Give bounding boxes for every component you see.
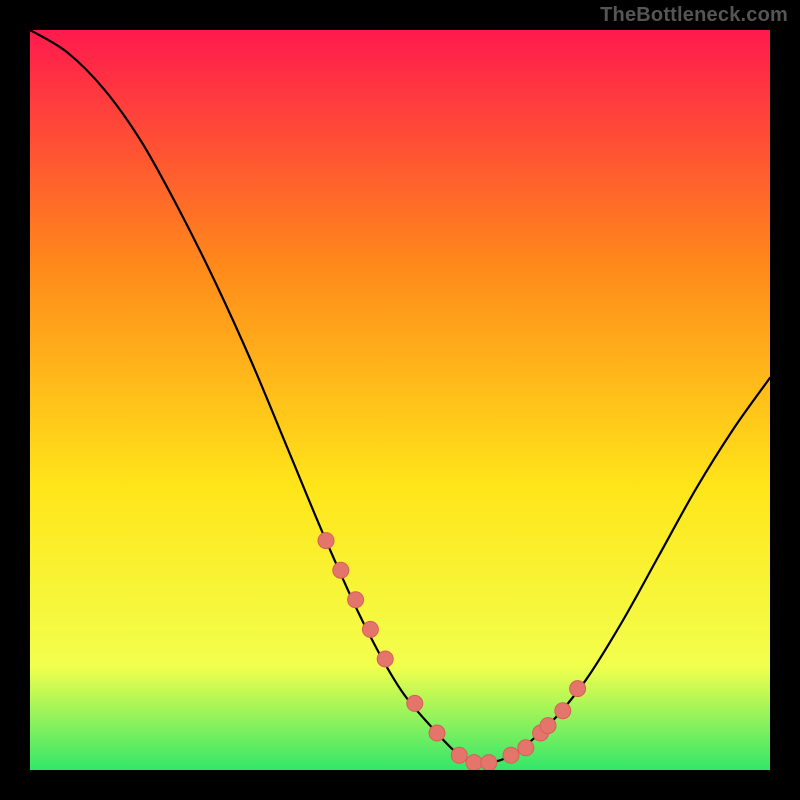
- data-marker: [333, 562, 349, 578]
- data-marker: [451, 747, 467, 763]
- chart-svg: [30, 30, 770, 770]
- data-marker: [429, 725, 445, 741]
- data-marker: [377, 651, 393, 667]
- data-marker: [407, 695, 423, 711]
- plot-area: [30, 30, 770, 770]
- data-marker: [348, 592, 364, 608]
- data-marker: [318, 533, 334, 549]
- watermark-label: TheBottleneck.com: [600, 4, 788, 27]
- data-marker: [503, 747, 519, 763]
- data-marker: [555, 703, 571, 719]
- data-marker: [540, 718, 556, 734]
- data-marker: [570, 681, 586, 697]
- data-marker: [362, 621, 378, 637]
- data-marker: [481, 755, 497, 770]
- data-marker: [466, 755, 482, 770]
- data-marker: [518, 740, 534, 756]
- chart-frame: TheBottleneck.com: [0, 0, 800, 800]
